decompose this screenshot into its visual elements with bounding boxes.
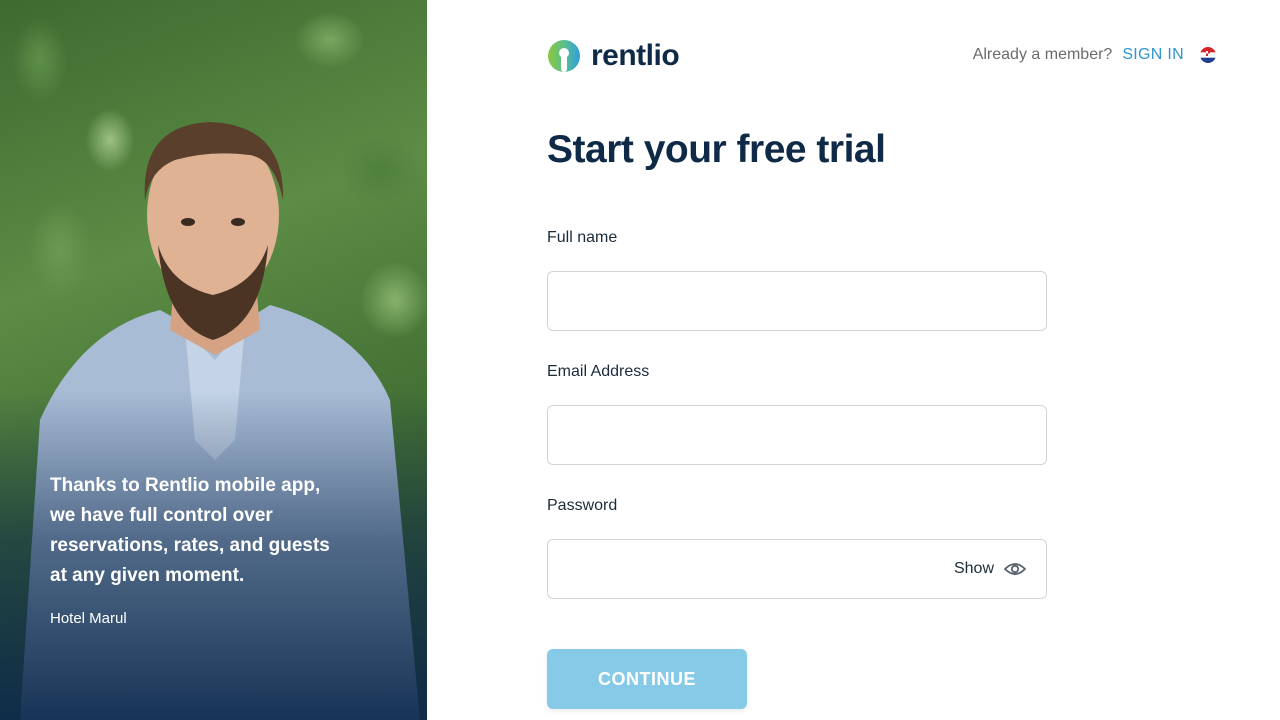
full-name-label: Full name bbox=[547, 229, 618, 246]
member-signin-area: Already a member? SIGN IN bbox=[973, 46, 1216, 64]
testimonial-photo-panel: Thanks to Rentlio mobile app, we have fu… bbox=[0, 0, 427, 720]
password-field-wrapper: Show bbox=[547, 539, 1047, 599]
show-password-toggle[interactable]: Show bbox=[954, 540, 1026, 598]
email-label: Email Address bbox=[547, 363, 650, 380]
continue-button[interactable]: CONTINUE bbox=[547, 649, 747, 709]
password-label: Password bbox=[547, 497, 618, 514]
brand-name: rentlio bbox=[591, 39, 680, 72]
testimonial-author: Hotel Marul bbox=[50, 610, 127, 627]
member-prompt: Already a member? bbox=[972, 46, 1113, 63]
show-password-label: Show bbox=[953, 560, 994, 577]
email-input[interactable] bbox=[548, 406, 1046, 464]
eye-icon bbox=[1004, 563, 1026, 575]
testimonial-quote: Thanks to Rentlio mobile app, we have fu… bbox=[50, 475, 330, 586]
sign-in-link[interactable]: SIGN IN bbox=[1122, 46, 1184, 64]
full-name-input[interactable] bbox=[548, 272, 1046, 330]
rentlio-logo[interactable]: rentlio bbox=[547, 39, 680, 73]
full-name-field-wrapper bbox=[547, 271, 1047, 331]
croatia-flag-icon[interactable] bbox=[1200, 47, 1216, 63]
page-title: Start your free trial bbox=[547, 128, 886, 171]
rentlio-logo-icon bbox=[548, 40, 580, 72]
email-field-wrapper bbox=[547, 405, 1047, 465]
